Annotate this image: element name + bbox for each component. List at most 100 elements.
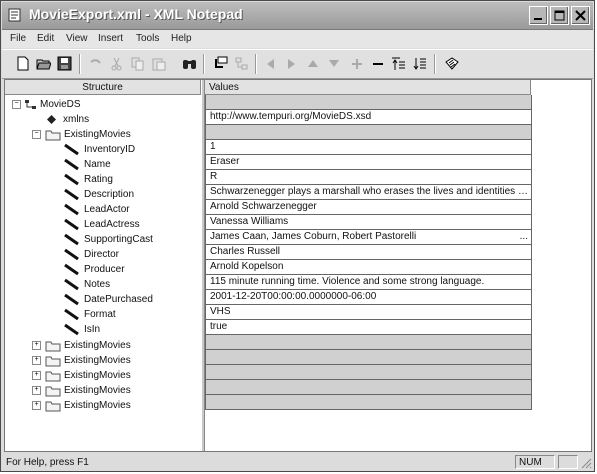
find-button[interactable] [180,54,199,73]
move-down-button[interactable] [324,54,343,73]
tree-label: InventoryID [84,144,136,155]
tree-row-root[interactable]: − MovieDS [5,97,201,112]
tree-label: Producer [84,264,125,275]
value-cell-empty [205,335,532,350]
expand-icon[interactable]: + [32,371,41,380]
value-cell[interactable]: true [205,320,532,335]
text-node-icon [64,263,79,276]
collapse-icon[interactable]: − [12,100,21,109]
value-cell[interactable]: VHS [205,305,532,320]
arrow-up-icon [308,60,318,67]
values-grid[interactable]: Values http://www.tempuri.org/MovieDS.xs… [205,80,591,451]
menu-tools[interactable]: Tools [136,33,159,44]
tree-row-attribute[interactable]: xmlns [5,112,201,127]
tree-row-collapsed[interactable]: + ExistingMovies [5,353,201,368]
tree-row-field[interactable]: Director [5,247,201,262]
value-cell[interactable]: Schwarzenegger plays a marshall who eras… [205,185,532,200]
structure-tree[interactable]: Structure − MovieDS xmlns − ExistingMovi… [5,80,201,451]
cut-button[interactable] [107,54,126,73]
values-column-header[interactable]: Values [205,80,531,95]
new-button[interactable] [13,54,32,73]
expand-icon[interactable]: + [32,341,41,350]
text-node-icon [64,293,79,306]
save-button[interactable] [55,54,74,73]
undo-button[interactable] [86,54,105,73]
folder-icon [45,341,61,352]
value-cell[interactable]: Arnold Schwarzenegger [205,200,532,215]
value-cell[interactable]: 2001-12-20T00:00:00.0000000-06:00 [205,290,532,305]
move-right-button[interactable] [282,54,301,73]
tree-row-field[interactable]: IsIn [5,322,201,337]
paste-button[interactable] [149,54,168,73]
editor-area: Structure − MovieDS xmlns − ExistingMovi… [4,79,592,452]
schema-button[interactable] [442,54,461,73]
tree-row-field[interactable]: Description [5,187,201,202]
tree-row-field[interactable]: LeadActress [5,217,201,232]
copy-icon [131,57,144,71]
structure-column-header[interactable]: Structure [5,80,201,95]
tree-row-collapsed[interactable]: + ExistingMovies [5,398,201,413]
tree-row-field[interactable]: Producer [5,262,201,277]
tree-row-field[interactable]: Format [5,307,201,322]
menu-edit[interactable]: Edit [37,33,54,44]
value-cell[interactable]: R [205,170,532,185]
tree-label: ExistingMovies [64,400,131,411]
tree-label: LeadActress [84,219,140,230]
tree-row-field[interactable]: Name [5,157,201,172]
move-up-button[interactable] [303,54,322,73]
resize-grip-icon[interactable] [581,458,592,469]
folder-icon [45,401,61,412]
open-button[interactable] [34,54,53,73]
tree-row-collapsed[interactable]: + ExistingMovies [5,383,201,398]
text-node-icon [64,278,79,291]
collapse-icon[interactable]: − [32,130,41,139]
expand-all-button[interactable] [389,54,408,73]
menu-view[interactable]: View [66,33,88,44]
value-cell[interactable]: Charles Russell [205,245,532,260]
menu-file[interactable]: File [10,33,26,44]
expand-icon[interactable]: + [32,401,41,410]
collapse-all-button[interactable] [410,54,429,73]
tree-row-field[interactable]: InventoryID [5,142,201,157]
value-cell[interactable]: 1 [205,140,532,155]
value-cell[interactable]: James Caan, James Coburn, Robert Pastore… [205,230,532,245]
expand-button[interactable] [347,54,366,73]
maximize-button[interactable] [550,6,569,25]
undo-icon [90,59,101,64]
minimize-button[interactable] [529,6,548,25]
tree-row-field[interactable]: DatePurchased [5,292,201,307]
menu-insert[interactable]: Insert [98,33,123,44]
tree-row-element[interactable]: − ExistingMovies [5,127,201,142]
tree-row-collapsed[interactable]: + ExistingMovies [5,368,201,383]
arrow-down-icon [329,60,339,67]
copy-button[interactable] [128,54,147,73]
toolbar-separator [255,54,257,74]
tree-row-field[interactable]: SupportingCast [5,232,201,247]
value-cell[interactable]: 115 minute running time. Violence and so… [205,275,532,290]
value-cell-empty [205,125,532,140]
expand-icon[interactable]: + [32,356,41,365]
tree-row-field[interactable]: Rating [5,172,201,187]
move-left-button[interactable] [261,54,280,73]
toolbar-separator [203,54,205,74]
tree-label: DatePurchased [84,294,153,305]
tree-row-field[interactable]: Notes [5,277,201,292]
value-text: James Caan, James Coburn, Robert Pastore… [210,231,417,242]
expand-icon[interactable]: + [32,386,41,395]
value-cell[interactable]: http://www.tempuri.org/MovieDS.xsd [205,110,532,125]
tree-row-field[interactable]: LeadActor [5,202,201,217]
value-cell[interactable]: Vanessa Williams [205,215,532,230]
collapse-button[interactable] [368,54,387,73]
change-node-button[interactable] [232,54,251,73]
tree-row-collapsed[interactable]: + ExistingMovies [5,338,201,353]
title-bar[interactable]: MovieExport.xml - XML Notepad [2,2,593,30]
close-button[interactable] [571,6,590,25]
nudge-button[interactable] [211,54,230,73]
menu-help[interactable]: Help [171,33,192,44]
value-cell[interactable]: Eraser [205,155,532,170]
more-indicator[interactable]: ... [520,230,528,244]
app-window: MovieExport.xml - XML Notepad File Edit … [0,0,595,472]
tree-label: Notes [84,279,111,290]
value-cell[interactable]: Arnold Kopelson [205,260,532,275]
status-pane-empty [558,455,578,469]
